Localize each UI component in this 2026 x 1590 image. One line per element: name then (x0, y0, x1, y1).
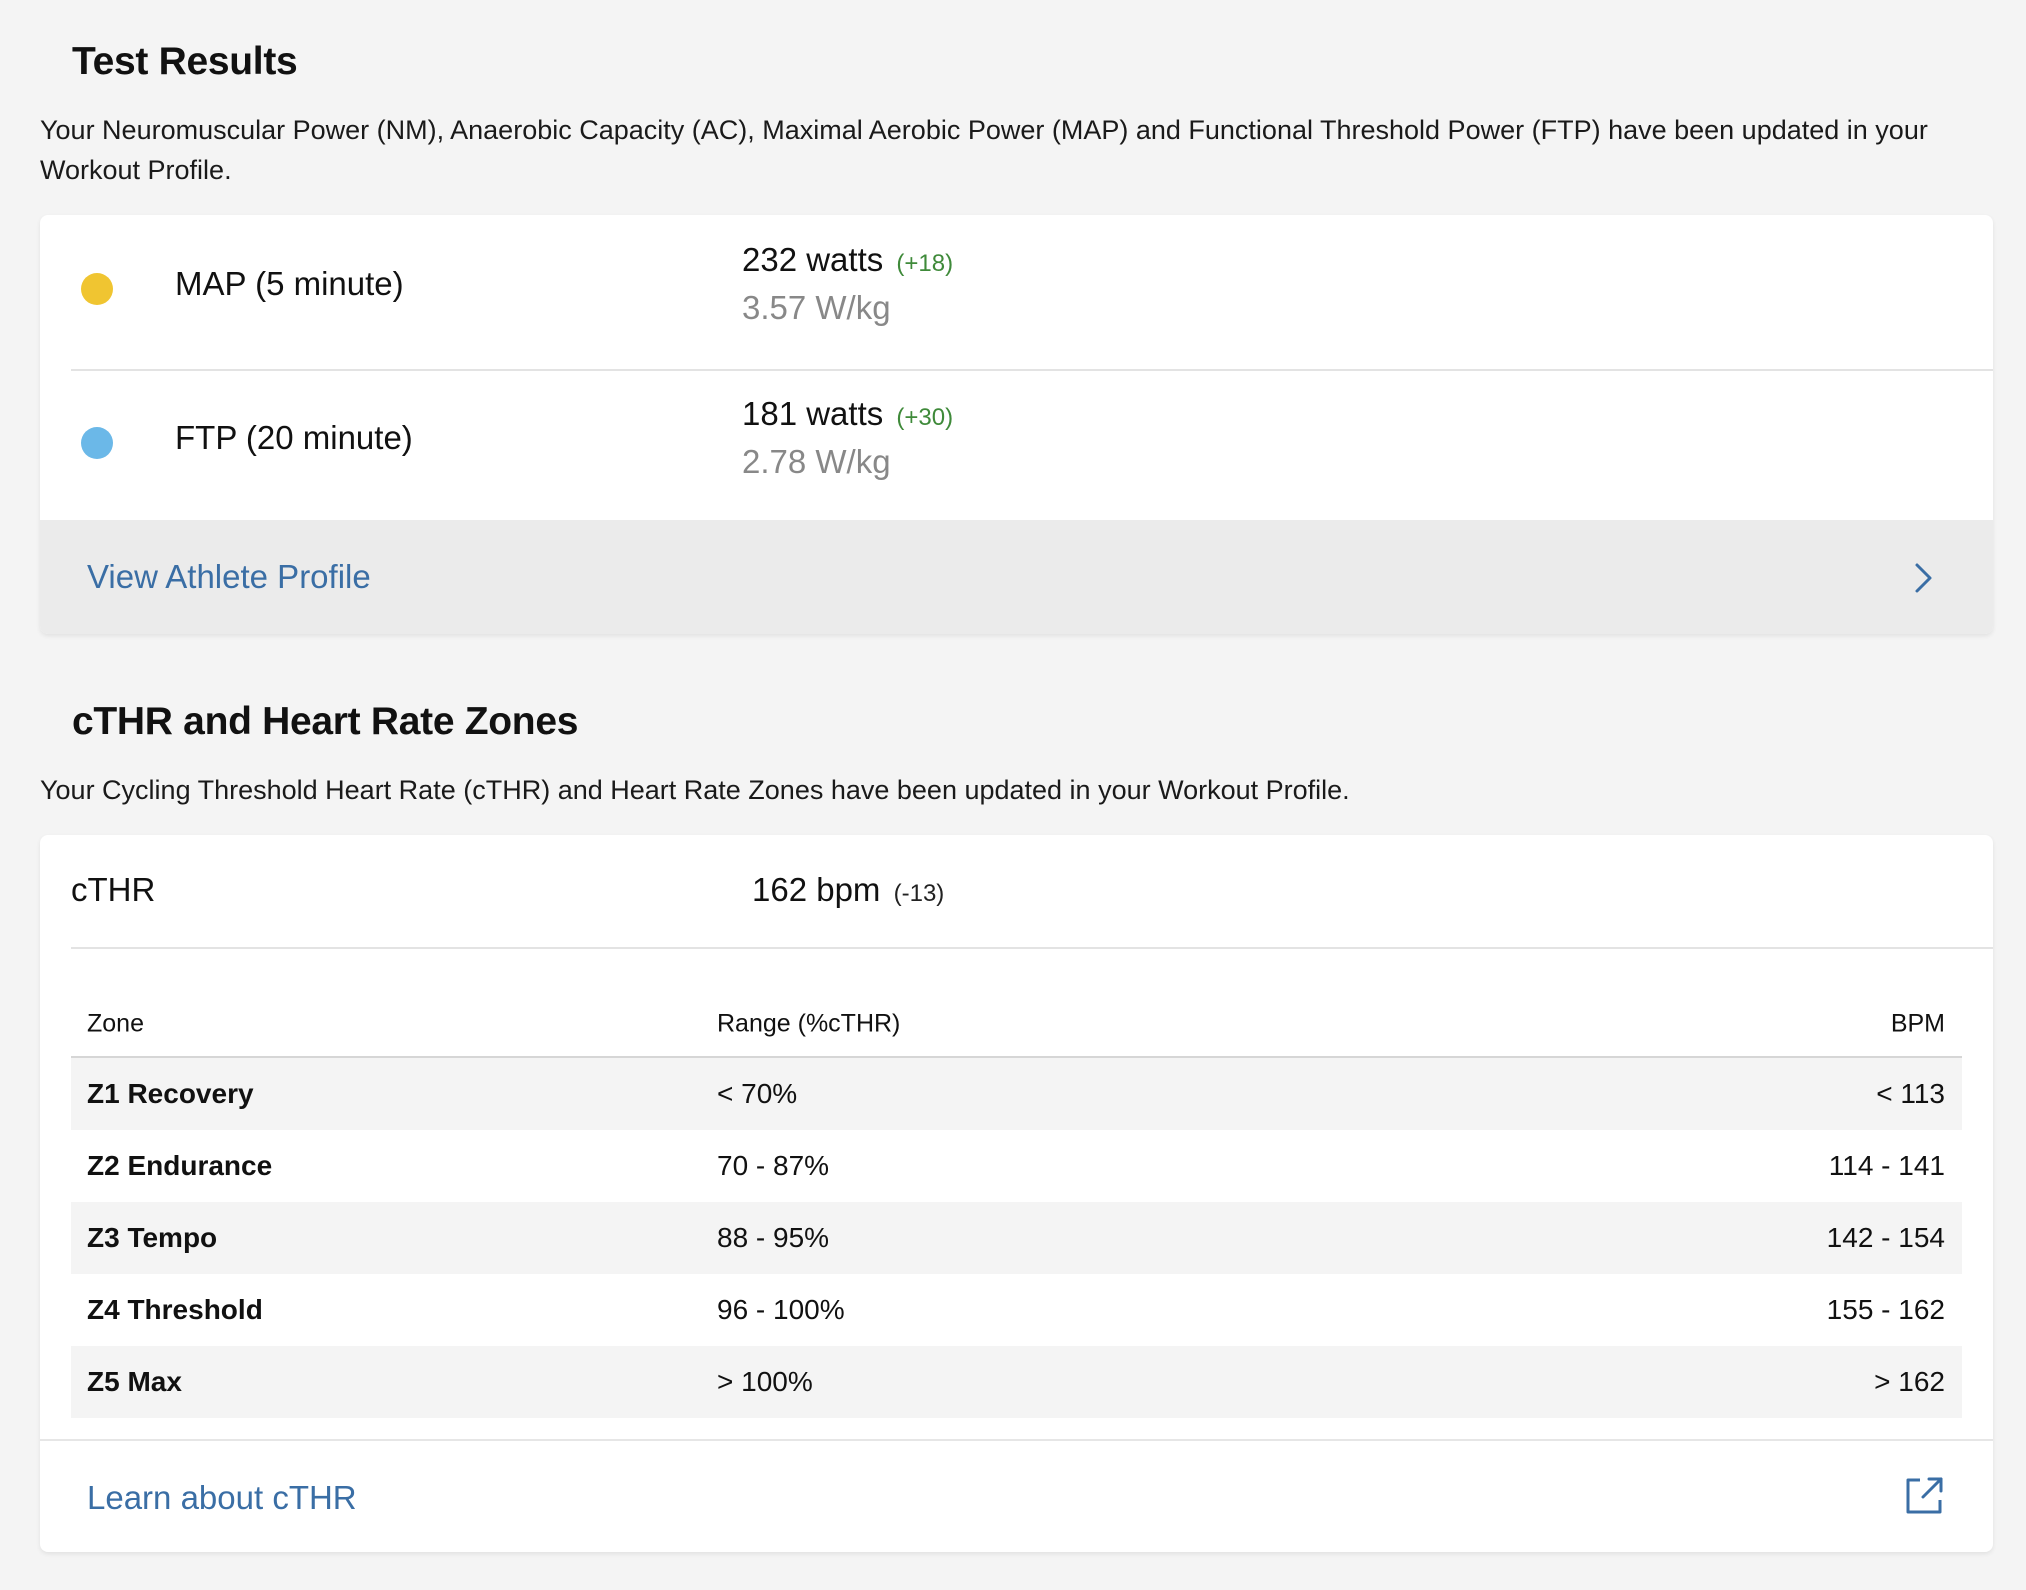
cthr-delta: (-13) (893, 880, 945, 907)
metric-name: MAP (5 minute) (175, 265, 404, 302)
metric-watts: 181 watts (+30) (742, 395, 953, 433)
cthr-description: Your Cycling Threshold Heart Rate (cTHR)… (40, 775, 1350, 805)
cthr-bpm-value: 162 bpm (752, 871, 881, 908)
watts-per-kg: 3.57 W/kg (742, 289, 891, 326)
table-header: Zone Range (%cTHR) BPM (71, 991, 1962, 1058)
table-row: Z2 Endurance 70 - 87% 114 - 141 (71, 1130, 1962, 1202)
cthr-card: cTHR 162 bpm (-13) Zone Range (%cTHR) BP… (40, 835, 1993, 1552)
zone-name: Z1 Recovery (87, 1078, 254, 1109)
cthr-label: cTHR (71, 871, 156, 908)
view-athlete-profile-link[interactable]: View Athlete Profile (40, 520, 1993, 634)
zone-range: > 100% (717, 1366, 813, 1397)
zone-name: Z4 Threshold (87, 1294, 263, 1325)
chevron-right-icon (1915, 563, 1932, 593)
zone-range: 96 - 100% (717, 1294, 845, 1325)
watts-value: 181 watts (742, 395, 884, 432)
zone-bpm: > 162 (1874, 1366, 1945, 1397)
learn-about-cthr-link[interactable]: Learn about cTHR (40, 1439, 1993, 1552)
column-header-bpm: BPM (1890, 1009, 1945, 1037)
metric-row-map: MAP (5 minute) 232 watts (+18) 3.57 W/kg (71, 215, 1993, 371)
column-header-range: Range (%cTHR) (717, 1009, 901, 1037)
metric-row-ftp: FTP (20 minute) 181 watts (+30) 2.78 W/k… (71, 369, 1993, 523)
zone-range: < 70% (717, 1078, 798, 1109)
zone-name: Z5 Max (87, 1366, 182, 1397)
zone-name: Z3 Tempo (87, 1222, 218, 1253)
table-row: Z5 Max > 100% > 162 (71, 1346, 1962, 1418)
test-results-card: MAP (5 minute) 232 watts (+18) 3.57 W/kg… (40, 215, 1993, 634)
zone-bpm: 114 - 141 (1828, 1150, 1945, 1181)
external-link-icon (1906, 1477, 1943, 1514)
watts-value: 232 watts (742, 241, 884, 278)
table-row: Z1 Recovery < 70% < 113 (71, 1058, 1962, 1130)
heart-rate-zone-table: Zone Range (%cTHR) BPM Z1 Recovery < 70%… (71, 991, 1962, 1418)
zone-bpm: 155 - 162 (1826, 1294, 1945, 1325)
metric-name: FTP (20 minute) (175, 419, 413, 456)
table-row: Z4 Threshold 96 - 100% 155 - 162 (71, 1274, 1962, 1346)
test-results-title: Test Results (72, 40, 298, 83)
zone-name: Z2 Endurance (87, 1150, 273, 1181)
cthr-value: 162 bpm (-13) (752, 871, 944, 909)
view-athlete-profile-label: View Athlete Profile (87, 558, 371, 595)
metric-watts: 232 watts (+18) (742, 241, 953, 279)
watts-per-kg: 2.78 W/kg (742, 443, 891, 480)
watts-delta: (+18) (896, 250, 954, 277)
cthr-summary-row: cTHR 162 bpm (-13) (71, 835, 1993, 949)
zone-bpm: 142 - 154 (1826, 1222, 1945, 1253)
test-results-description: Your Neuromuscular Power (NM), Anaerobic… (40, 115, 1928, 185)
table-row: Z3 Tempo 88 - 95% 142 - 154 (71, 1202, 1962, 1274)
cthr-title: cTHR and Heart Rate Zones (72, 700, 579, 743)
zone-range: 88 - 95% (717, 1222, 830, 1253)
ftp-color-dot (81, 427, 113, 459)
zone-range: 70 - 87% (717, 1150, 830, 1181)
learn-about-cthr-label: Learn about cTHR (87, 1479, 357, 1516)
watts-delta: (+30) (896, 404, 954, 431)
column-header-zone: Zone (87, 1009, 144, 1037)
zone-bpm: < 113 (1876, 1078, 1945, 1109)
map-color-dot (81, 273, 113, 305)
